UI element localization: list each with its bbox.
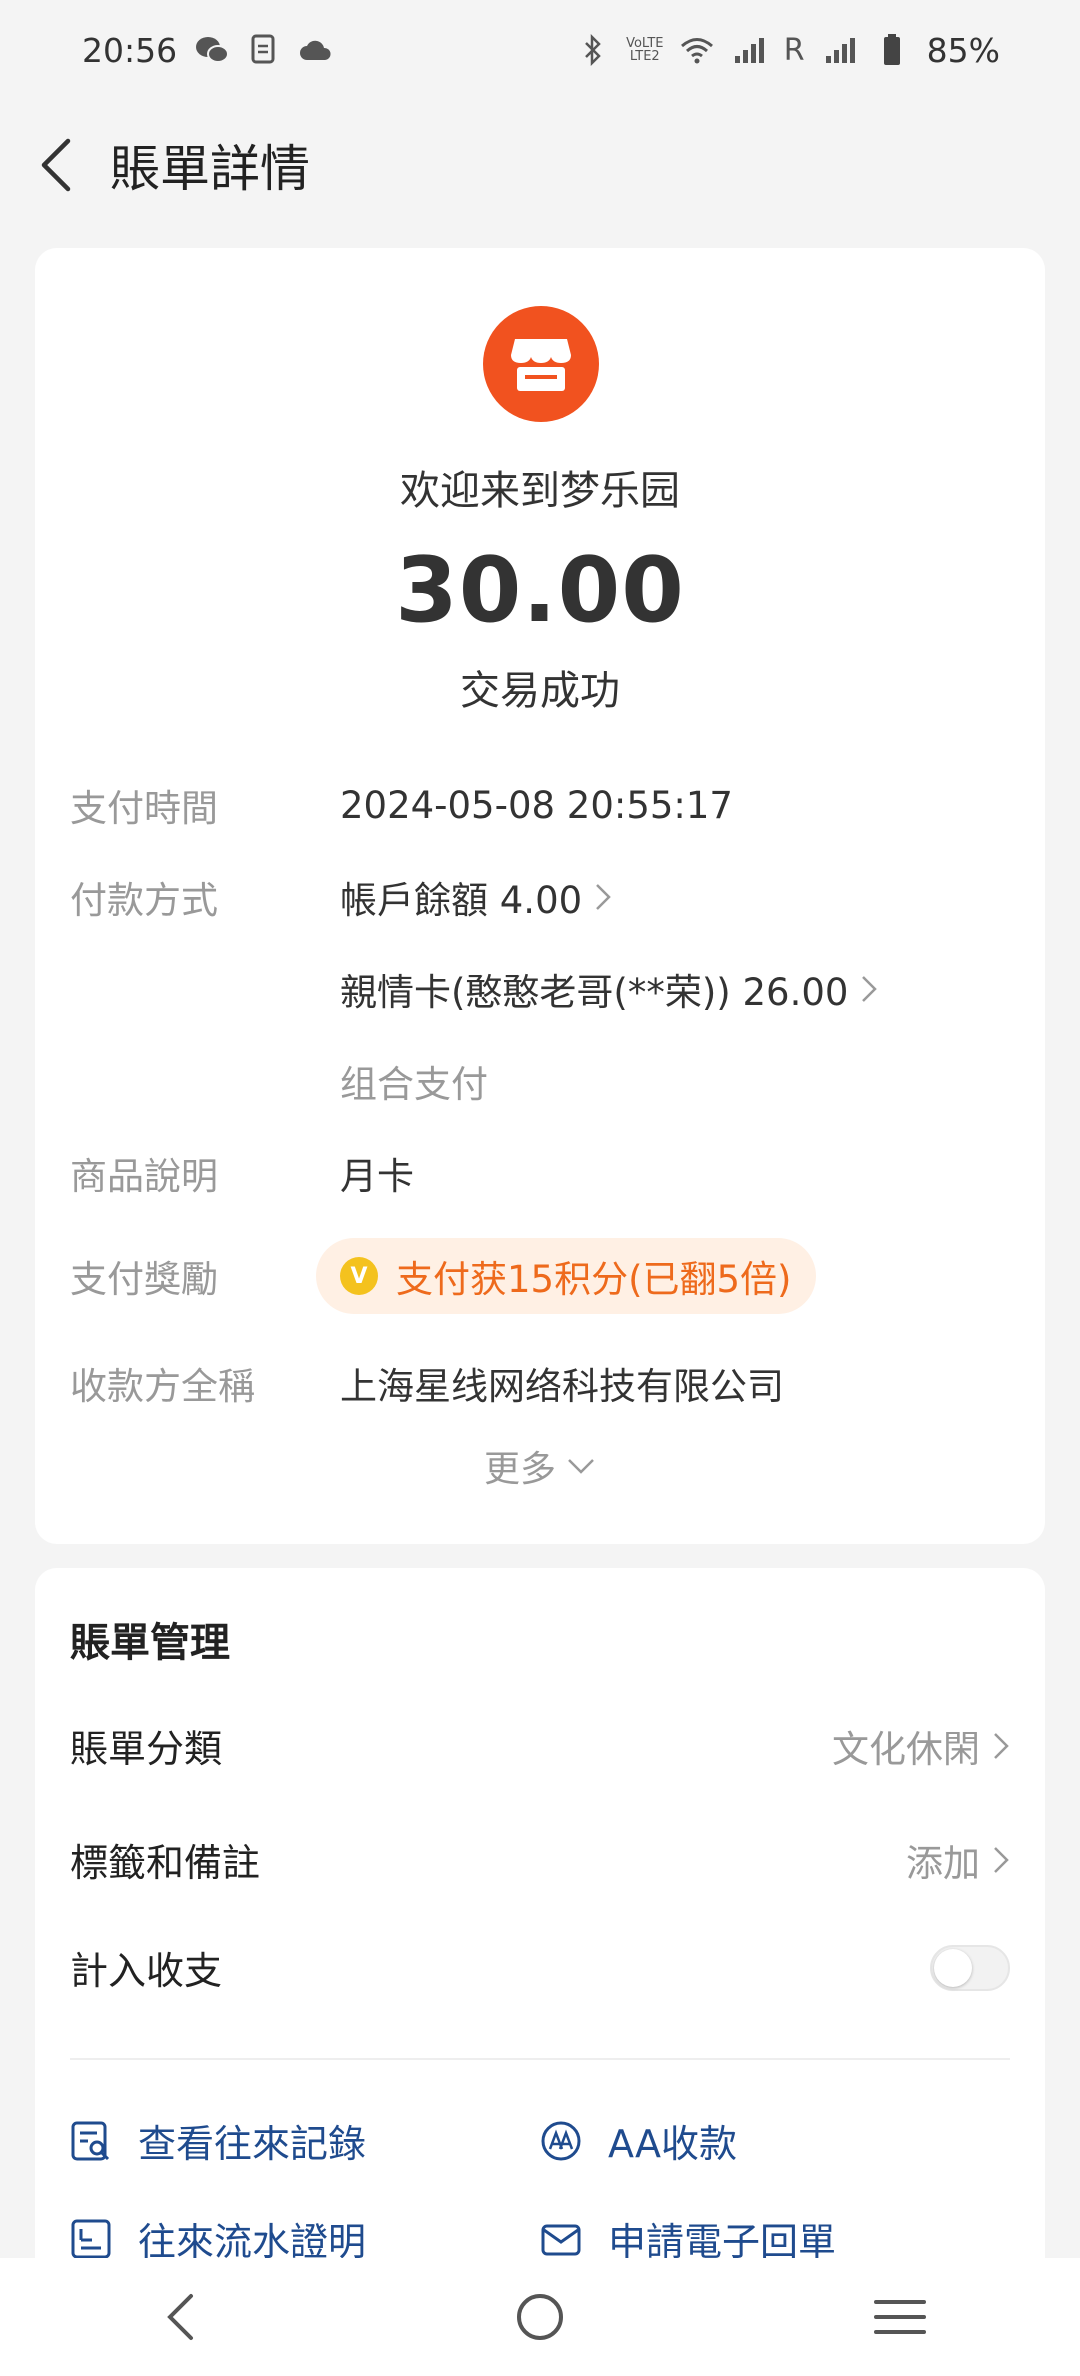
transaction-status: 交易成功 [460,668,620,714]
battery-icon [875,33,909,67]
detail-row-product: 商品說明 月卡 [70,1146,1010,1200]
detail-value: 2024-05-08 20:55:17 [340,783,733,827]
roaming-indicator: R [783,32,805,68]
chevron-left-icon [167,2294,193,2340]
nav-back-button[interactable] [120,2267,240,2367]
aa-icon [541,2121,581,2160]
chevron-left-icon [41,138,71,192]
detail-row-pay-method-2: 親情卡(憨憨老哥(**荣)) 26.00 [70,962,1010,1016]
menu-icon [874,2300,926,2334]
more-label: 更多 [483,1449,556,1490]
coin-icon: V [340,1257,378,1295]
view-records-label: 查看往來記錄 [138,2122,367,2166]
cloud-icon [299,33,333,67]
reward-text: 支付获15积分(已翻5倍) [396,1258,792,1301]
detail-label: 付款方式 [70,879,218,922]
more-button[interactable]: 更多 [35,1440,1045,1492]
signal-icon [732,33,766,67]
statement-icon [71,2219,111,2258]
status-right: VoLTE LTE2 R 85% [576,31,1000,70]
include-income-expense-row: 計入收支 [70,1940,1010,1995]
aa-collect-link[interactable]: AA收款 [540,2113,737,2168]
tags-notes-value: 添加 [906,1841,980,1885]
bluetooth-icon [576,33,610,67]
bill-category-label: 賬單分類 [70,1727,223,1771]
chevron-right-icon [994,1732,1009,1759]
detail-label: 支付獎勵 [70,1258,218,1301]
detail-row-combined: 组合支付 [70,1054,1010,1108]
status-left: 20:56 [82,31,333,70]
battery-level: 85% [926,30,1000,70]
pay-method-family-card[interactable]: 親情卡(憨憨老哥(**荣)) 26.00 [340,962,878,1016]
bill-category-row[interactable]: 賬單分類 文化休閑 [70,1718,1010,1773]
detail-row-reward: 支付獎勵 V 支付获15积分(已翻5倍) [70,1238,1010,1314]
detail-value: 上海星线网络科技有限公司 [340,1365,784,1408]
include-income-expense-label: 計入收支 [70,1949,223,1993]
view-records-link[interactable]: 查看往來記錄 [70,2113,366,2168]
page-title: 賬單詳情 [110,140,310,198]
envelope-icon [541,2224,581,2255]
bill-category-value: 文化休閑 [832,1727,980,1771]
merchant-logo [483,306,599,422]
status-time: 20:56 [82,30,178,70]
chevron-right-icon [596,884,611,910]
home-circle-icon [517,2294,563,2340]
section-title: 賬單管理 [70,1620,230,1666]
detail-row-payee: 收款方全稱 上海星线网络科技有限公司 [70,1356,1010,1410]
merchant-name: 欢迎来到梦乐园 [400,468,680,514]
detail-label: 支付時間 [70,787,218,830]
status-bar: 20:56 VoLTE LTE2 R 85% [0,0,1080,100]
reward-badge[interactable]: V 支付获15积分(已翻5倍) [316,1238,816,1314]
wechat-icon [195,33,230,67]
chevron-right-icon [862,976,878,1002]
document-icon [247,33,281,67]
app-header: 賬單詳情 [0,110,1080,220]
wifi-icon [680,33,714,67]
pay-method-combined: 组合支付 [340,1063,488,1106]
nav-home-button[interactable] [480,2267,600,2367]
pay-method-balance[interactable]: 帳戶餘額 4.00 [340,870,612,924]
aa-collect-label: AA收款 [608,2122,738,2166]
chevron-right-icon [994,1846,1009,1873]
volte-icon: VoLTE LTE2 [626,36,664,64]
detail-row-pay-time: 支付時間 2024-05-08 20:55:17 [70,778,1010,832]
bill-management-card: 賬單管理 賬單分類 文化休閑 標籤和備註 添加 計入收支 查看往來記錄 AA收款… [35,1568,1045,2368]
detail-row-pay-method: 付款方式 帳戶餘額 4.00 [70,870,1010,924]
pay-method-family-card-label: 親情卡(憨憨老哥(**荣)) 26.00 [340,971,849,1014]
include-toggle[interactable] [930,1944,1010,1991]
detail-value: 月卡 [340,1155,414,1198]
tags-notes-label: 標籤和備註 [70,1841,261,1885]
pay-method-balance-label: 帳戶餘額 4.00 [340,879,583,922]
detail-label: 商品說明 [70,1155,218,1198]
transaction-amount: 30.00 [395,538,685,643]
signal-icon [823,33,857,67]
divider [70,2058,1010,2060]
tags-notes-row[interactable]: 標籤和備註 添加 [70,1832,1010,1887]
system-nav-bar [0,2258,1080,2376]
record-search-icon [71,2121,110,2160]
transaction-card: 欢迎来到梦乐园 30.00 交易成功 支付時間 2024-05-08 20:55… [35,248,1045,1544]
detail-label: 收款方全稱 [70,1365,255,1408]
back-button[interactable] [0,110,110,220]
store-icon [511,339,571,391]
nav-recents-button[interactable] [840,2267,960,2367]
chevron-down-icon [568,1459,594,1474]
